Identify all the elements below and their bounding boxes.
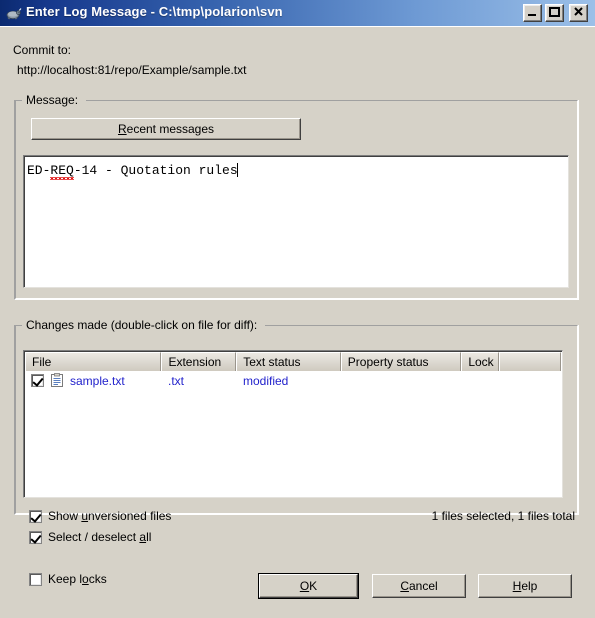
listview-rows: sample.txt .txt modified xyxy=(25,371,561,390)
text-file-icon xyxy=(50,373,64,388)
window-title: Enter Log Message - C:\tmp\polarion\svn xyxy=(26,4,283,19)
cancel-button-label: Cancel xyxy=(400,579,437,593)
message-groupbox-title: Message: xyxy=(23,93,82,107)
column-header-extension[interactable]: Extension xyxy=(161,352,237,371)
select-all-before: Select / deselect xyxy=(48,530,140,544)
show-unversioned-files-label: Show unversioned files xyxy=(48,509,171,523)
recent-messages-accel: R xyxy=(117,122,127,136)
changes-listview[interactable]: File Extension Text status Property stat… xyxy=(23,350,563,498)
log-message-misspelled: REQ xyxy=(50,163,74,178)
help-button[interactable]: Help xyxy=(478,574,572,598)
cancel-accel: C xyxy=(400,579,409,593)
ok-accel-k: K xyxy=(309,579,318,593)
keep-locks-before: Keep l xyxy=(48,572,83,586)
column-header-file[interactable]: File xyxy=(25,352,162,371)
minimize-button[interactable] xyxy=(523,4,542,22)
commit-url: http://localhost:81/repo/Example/sample.… xyxy=(17,63,247,77)
keep-locks-label: Keep locks xyxy=(48,572,107,586)
show-unversioned-before: Show xyxy=(48,509,82,523)
select-deselect-all-box[interactable] xyxy=(29,530,42,544)
column-header-blank[interactable] xyxy=(499,352,561,371)
ok-accel-o: O xyxy=(299,579,310,593)
row-checkbox[interactable] xyxy=(31,374,44,387)
column-header-property-status[interactable]: Property status xyxy=(340,352,462,371)
help-button-label: Help xyxy=(513,579,538,593)
log-message-after: -14 - Quotation rules xyxy=(73,163,238,178)
table-row[interactable]: sample.txt .txt modified xyxy=(25,371,561,390)
column-header-lock[interactable]: Lock xyxy=(461,352,500,371)
cell-file: sample.txt xyxy=(25,373,162,388)
listview-column-headers: File Extension Text status Property stat… xyxy=(25,352,561,371)
maximize-button[interactable] xyxy=(545,4,564,22)
ok-button-label: OK xyxy=(300,579,317,593)
keep-locks-after: cks xyxy=(88,572,107,586)
show-unversioned-after: nversioned files xyxy=(88,509,172,523)
show-unversioned-files-box[interactable] xyxy=(29,509,42,523)
log-message-before: ED- xyxy=(27,163,51,178)
cell-extension: .txt xyxy=(168,373,185,388)
tortoise-svn-icon xyxy=(6,6,22,21)
cell-text-status: modified xyxy=(243,373,289,388)
ok-button[interactable]: OK xyxy=(259,574,358,598)
changes-groupbox-title: Changes made (double-click on file for d… xyxy=(23,318,261,332)
cell-file-name: sample.txt xyxy=(70,373,125,388)
recent-messages-button[interactable]: Recent messages xyxy=(31,118,301,140)
select-deselect-all-label: Select / deselect all xyxy=(48,530,151,544)
cancel-button[interactable]: Cancel xyxy=(372,574,466,598)
commit-to-label: Commit to: xyxy=(13,43,72,57)
keep-locks-checkbox[interactable]: Keep locks xyxy=(29,572,107,586)
help-suffix: elp xyxy=(521,579,538,593)
keep-locks-accel: o xyxy=(82,572,89,586)
select-deselect-all-checkbox[interactable]: Select / deselect all xyxy=(29,530,151,544)
column-header-text-status[interactable]: Text status xyxy=(236,352,341,371)
show-unversioned-files-checkbox[interactable]: Show unversioned files xyxy=(29,509,171,523)
select-all-after: ll xyxy=(146,530,152,544)
cancel-suffix: ancel xyxy=(408,579,438,593)
text-caret xyxy=(236,163,238,177)
enter-log-message-dialog: Enter Log Message - C:\tmp\polarion\svn … xyxy=(0,0,595,618)
title-bar[interactable]: Enter Log Message - C:\tmp\polarion\svn xyxy=(0,0,595,27)
close-button[interactable] xyxy=(569,4,588,22)
files-status-text: 1 files selected, 1 files total xyxy=(431,509,575,523)
recent-messages-suffix: ecent messages xyxy=(126,122,215,136)
log-message-text: ED-REQ-14 - Quotation rules xyxy=(27,163,238,178)
log-message-textarea[interactable]: ED-REQ-14 - Quotation rules xyxy=(23,155,569,288)
keep-locks-box[interactable] xyxy=(29,572,42,586)
recent-messages-label: Recent messages xyxy=(118,122,214,136)
